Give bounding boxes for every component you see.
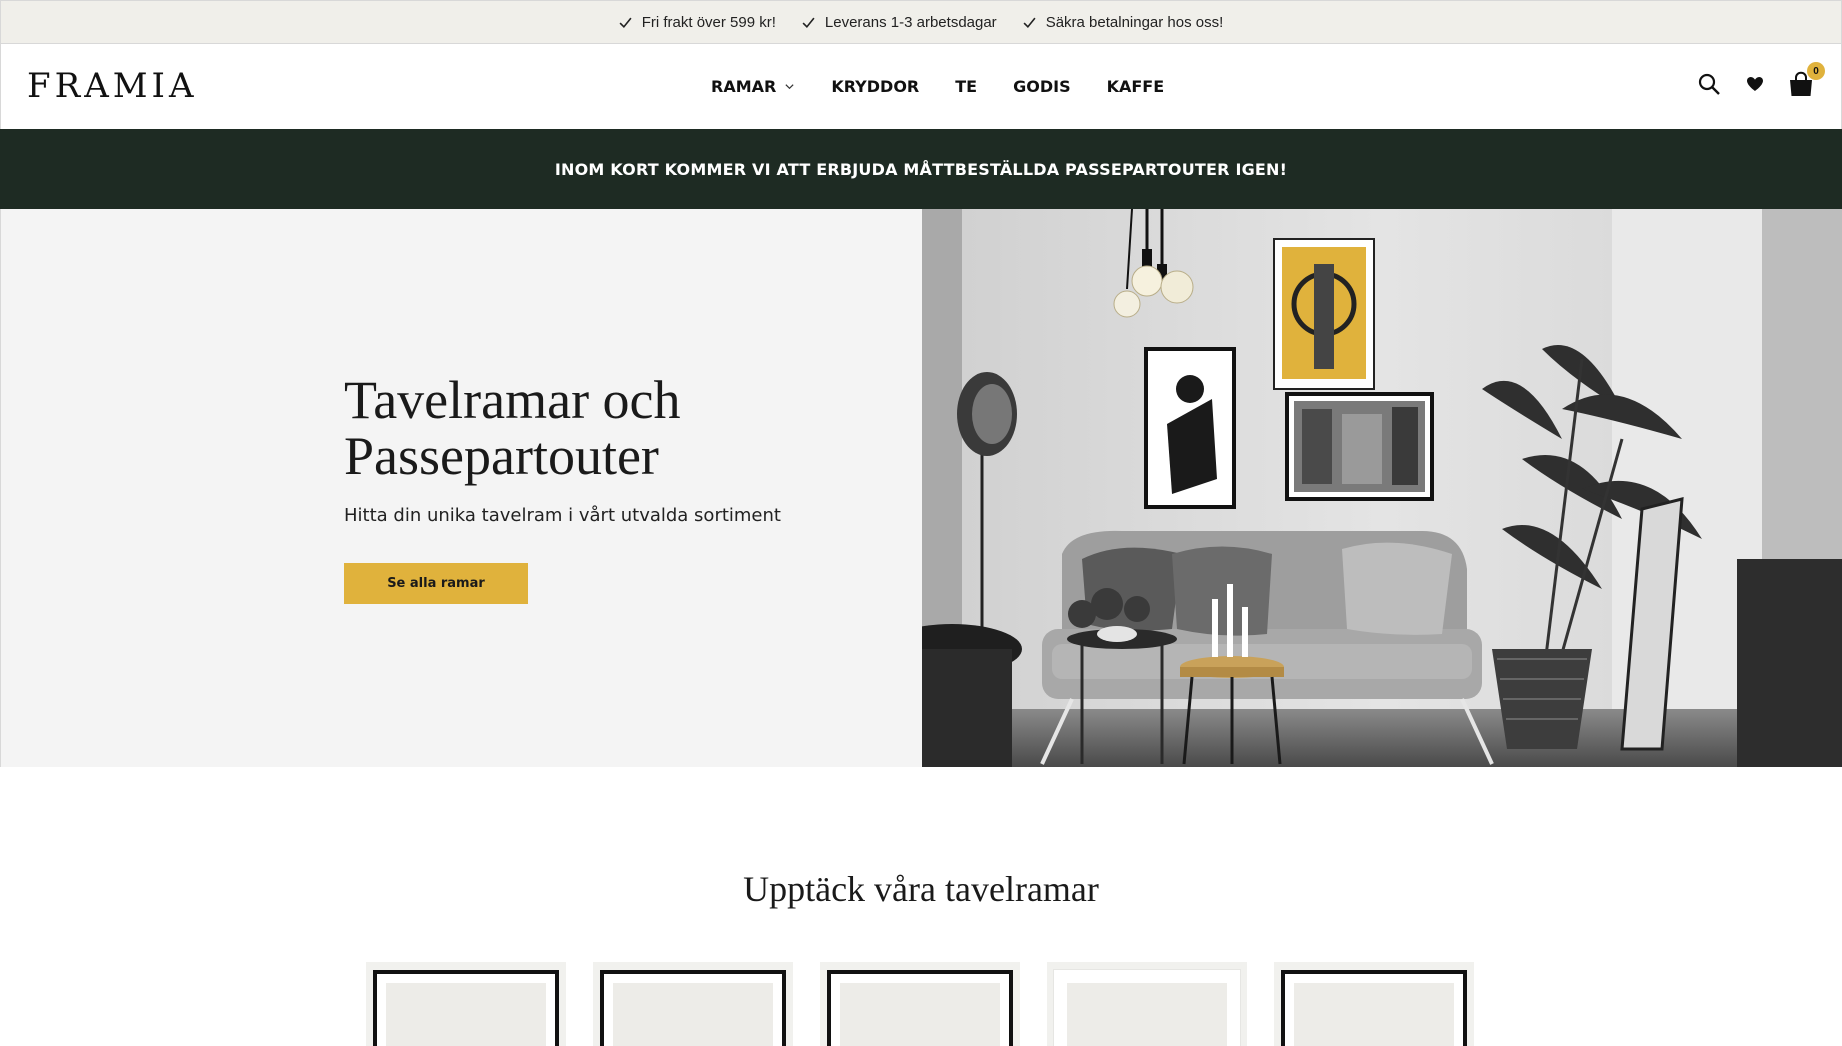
see-all-frames-button[interactable]: Se alla ramar [344,563,528,604]
header-actions: 0 [1695,62,1825,98]
nav-label: RAMAR [711,77,777,96]
hero-image [922,209,1842,767]
usp-label: Fri frakt över 599 kr! [641,13,776,31]
frame-product-list [366,962,1474,1046]
frame-product-card[interactable] [820,962,1020,1046]
wishlist-button[interactable] [1741,70,1769,98]
frame-product-card[interactable] [593,962,793,1046]
nav-item-kryddor[interactable]: KRYDDOR [831,77,919,96]
usp-item: Säkra betalningar hos oss! [1023,13,1224,31]
announcement-bar: INOM KORT KOMMER VI ATT ERBJUDA MÅTTBEST… [0,129,1842,209]
frame-product-card[interactable] [1274,962,1474,1046]
chevron-down-icon [785,84,794,90]
living-room-photo [922,209,1842,767]
check-icon [619,17,632,28]
nav-item-kaffe[interactable]: KAFFE [1107,77,1165,96]
usp-label: Leverans 1-3 arbetsdagar [824,13,997,31]
nav-item-te[interactable]: TE [955,77,977,96]
search-button[interactable] [1695,70,1723,98]
cart-count-badge: 0 [1807,62,1825,80]
nav-label: KAFFE [1106,77,1165,96]
frame-thumbnail [373,970,559,1046]
usp-label: Säkra betalningar hos oss! [1045,13,1224,31]
hero-title-line1: Tavelramar och [344,370,681,430]
main-nav: RAMAR KRYDDOR TE GODIS KAFFE [711,44,1164,129]
check-icon [802,17,815,28]
hero-text-panel: Tavelramar och Passepartouter Hitta din … [1,209,922,767]
site-header: FRAMIA RAMAR KRYDDOR TE GODIS KAFFE 0 [0,44,1842,129]
nav-item-ramar[interactable]: RAMAR [711,77,795,96]
nav-label: KRYDDOR [831,77,920,96]
frame-thumbnail [1054,970,1240,1046]
cart-button[interactable]: 0 [1787,62,1825,98]
frame-thumbnail [600,970,786,1046]
frame-thumbnail [1281,970,1467,1046]
hero-title-line2: Passepartouter [344,426,659,486]
frame-product-card[interactable] [366,962,566,1046]
hero-banner: Tavelramar och Passepartouter Hitta din … [0,209,1842,767]
hero-title: Tavelramar och Passepartouter [344,372,904,484]
nav-label: GODIS [1013,77,1071,96]
section-title: Upptäck våra tavelramar [743,869,1099,909]
frame-thumbnail [827,970,1013,1046]
frame-product-card[interactable] [1047,962,1247,1046]
nav-item-godis[interactable]: GODIS [1013,77,1071,96]
check-icon [1023,17,1036,28]
usp-bar: Fri frakt över 599 kr! Leverans 1-3 arbe… [0,0,1842,44]
announcement-text: INOM KORT KOMMER VI ATT ERBJUDA MÅTTBEST… [554,159,1288,179]
nav-label: TE [955,77,978,96]
heart-icon [1747,77,1763,91]
usp-item: Fri frakt över 599 kr! [619,14,776,31]
search-icon [1698,73,1720,95]
usp-item: Leverans 1-3 arbetsdagar [802,14,997,31]
site-logo[interactable]: FRAMIA [27,64,198,108]
hero-subtitle: Hitta din unika tavelram i vårt utvalda … [344,505,781,526]
